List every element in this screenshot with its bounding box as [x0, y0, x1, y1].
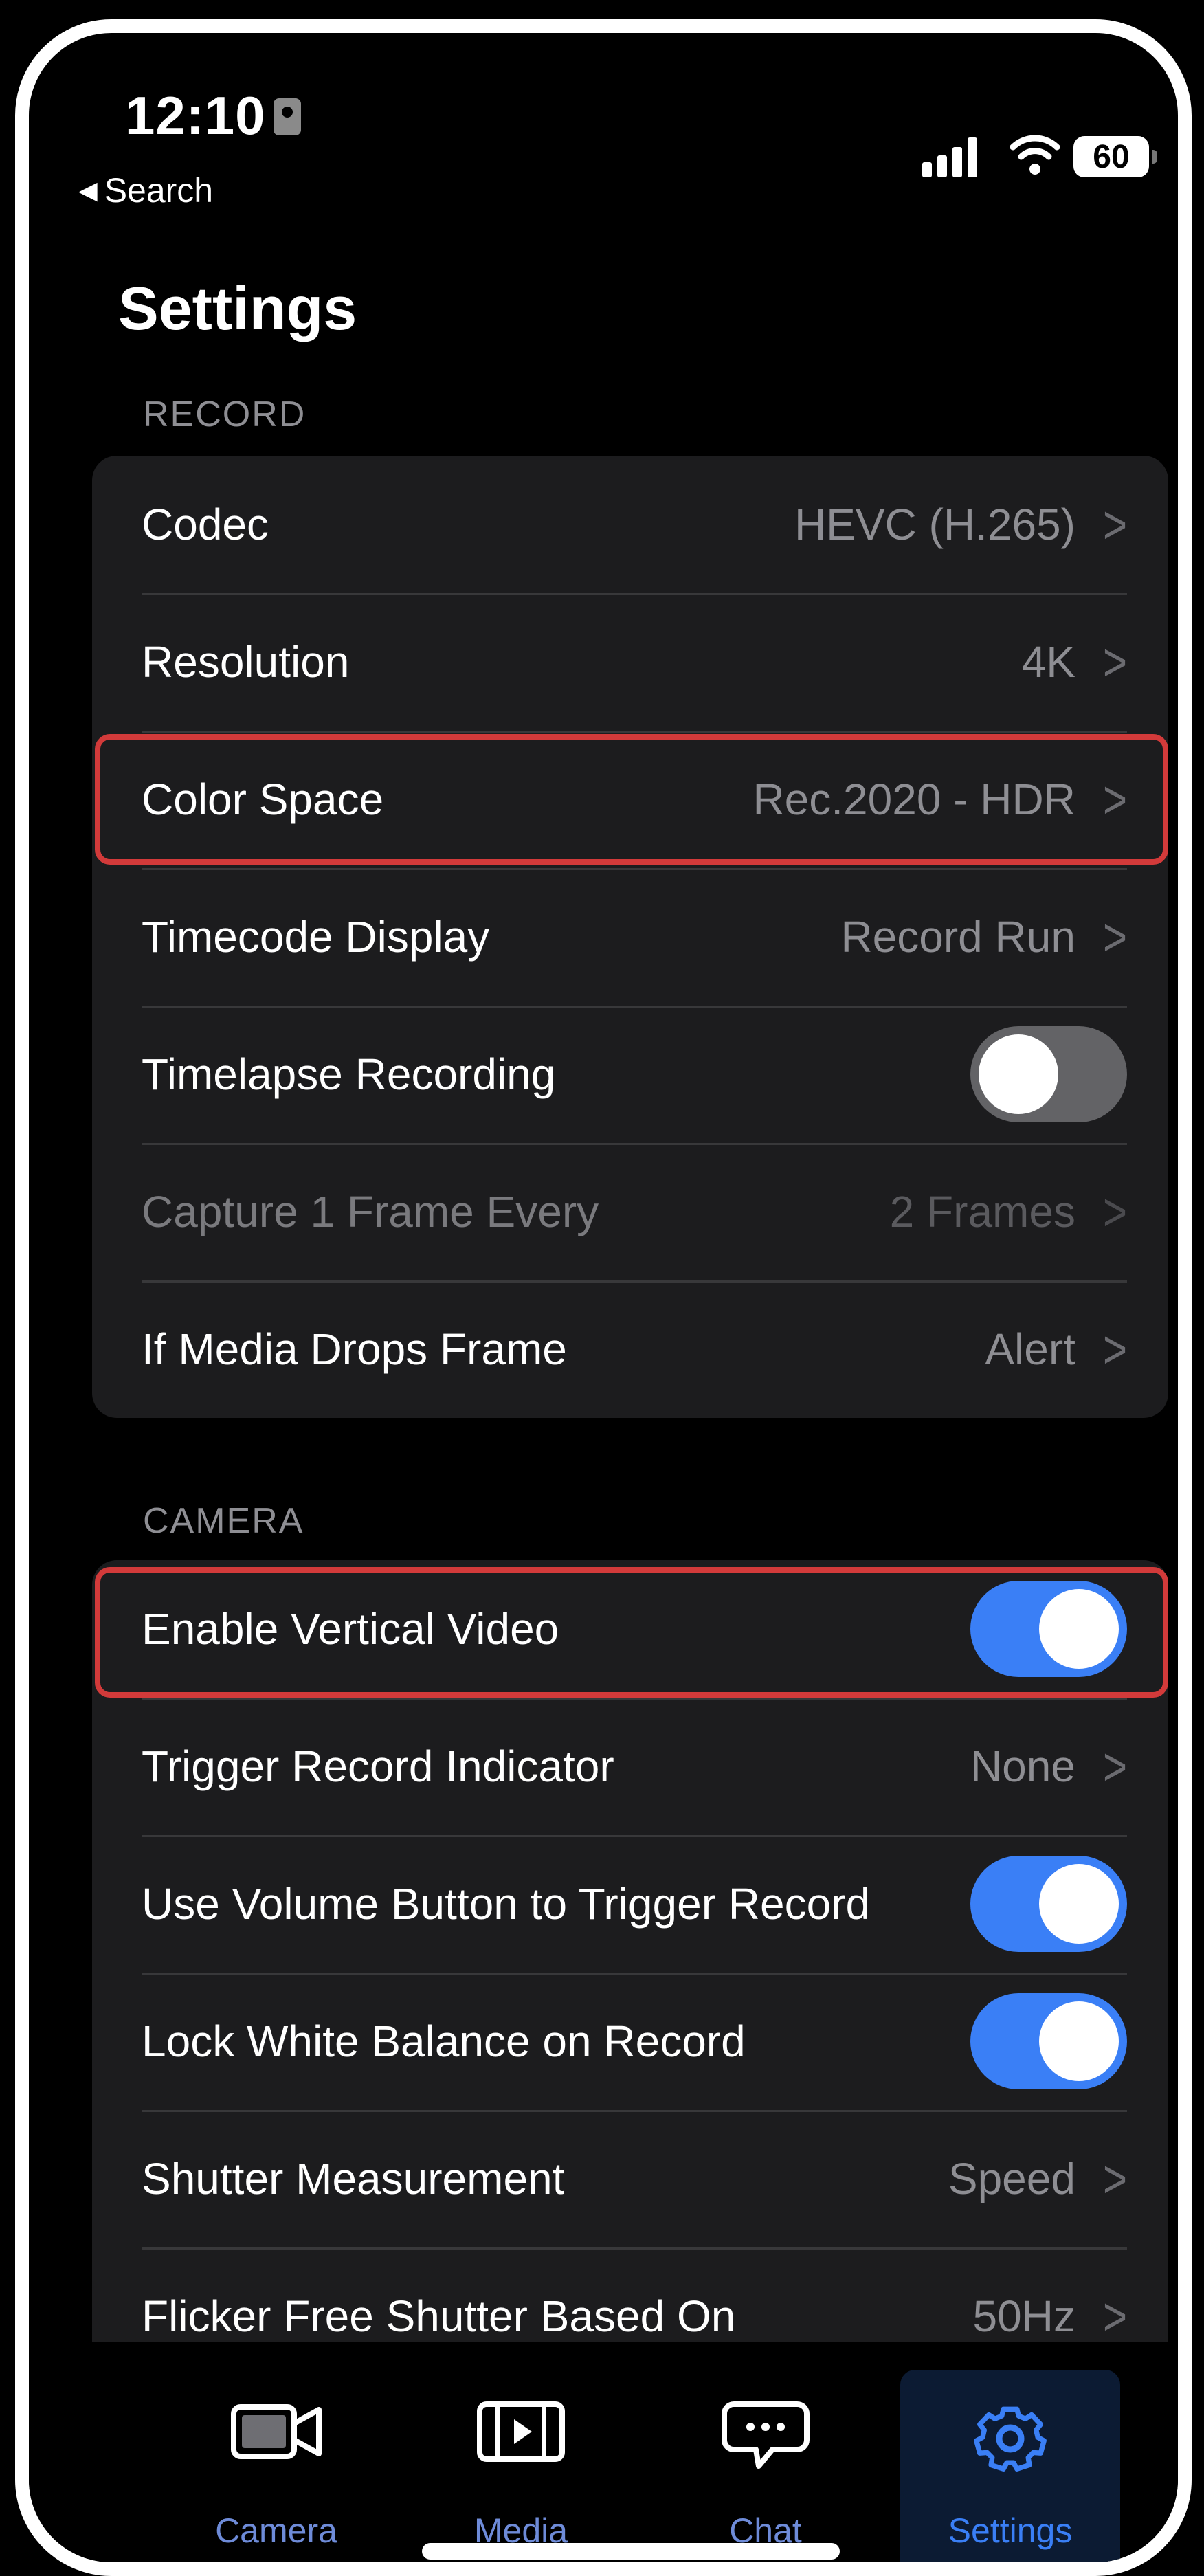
- setting-row-volume-button-trigger: Use Volume Button to Trigger Record: [92, 1835, 1168, 1973]
- tab-bar: Camera Media Chat Settings: [29, 2342, 1178, 2562]
- battery-indicator: 60: [1073, 136, 1157, 177]
- setting-label: Timecode Display: [142, 912, 490, 962]
- chevron-right-icon: >: [1102, 1736, 1127, 1797]
- chevron-right-icon: >: [1102, 494, 1127, 555]
- setting-row-enable-vertical-video: Enable Vertical Video: [92, 1560, 1168, 1698]
- setting-value: None: [970, 1742, 1075, 1791]
- setting-value: HEVC (H.265): [794, 500, 1075, 549]
- setting-row-color-space[interactable]: Color Space Rec.2020 - HDR >: [92, 731, 1168, 868]
- page-title: Settings: [118, 274, 357, 342]
- setting-label: Flicker Free Shutter Based On: [142, 2291, 736, 2341]
- setting-row-timecode-display[interactable]: Timecode Display Record Run >: [92, 868, 1168, 1006]
- cellular-signal-icon: [922, 136, 977, 177]
- chevron-right-icon: >: [1102, 2148, 1127, 2209]
- setting-value: Speed: [948, 2154, 1075, 2203]
- toggle-knob: [1039, 1864, 1119, 1944]
- setting-value: 2 Frames: [889, 1187, 1075, 1236]
- setting-row-resolution[interactable]: Resolution 4K >: [92, 593, 1168, 731]
- gear-icon: [974, 2406, 1047, 2472]
- setting-row-shutter-measurement[interactable]: Shutter Measurement Speed >: [92, 2110, 1168, 2247]
- back-to-search-link[interactable]: ◀ Search: [78, 170, 213, 210]
- chevron-right-icon: >: [1102, 1319, 1127, 1379]
- setting-label: Color Space: [142, 775, 384, 824]
- contact-card-icon: [274, 98, 301, 135]
- chevron-right-icon: >: [1102, 632, 1127, 692]
- setting-label: Trigger Record Indicator: [142, 1742, 614, 1791]
- setting-row-capture-frame-every: Capture 1 Frame Every 2 Frames >: [92, 1143, 1168, 1280]
- tab-label: Settings: [948, 2511, 1073, 2550]
- back-triangle-icon: ◀: [78, 176, 98, 204]
- section-header-record: RECORD: [143, 395, 306, 434]
- chevron-right-icon: >: [1102, 907, 1127, 967]
- volume-trigger-toggle[interactable]: [970, 1856, 1127, 1952]
- home-indicator: [422, 2543, 840, 2560]
- timelapse-toggle[interactable]: [970, 1026, 1127, 1122]
- record-settings-group: Codec HEVC (H.265) > Resolution 4K > Col…: [92, 456, 1168, 1418]
- back-label: Search: [104, 171, 214, 210]
- status-time: 12:10: [125, 85, 266, 146]
- section-header-camera: CAMERA: [143, 1501, 304, 1541]
- setting-value: Rec.2020 - HDR: [752, 775, 1075, 824]
- white-balance-lock-toggle[interactable]: [970, 1993, 1127, 2089]
- vertical-video-toggle[interactable]: [970, 1581, 1127, 1677]
- camera-icon: [231, 2404, 322, 2459]
- setting-value: 4K: [1021, 637, 1075, 687]
- setting-row-media-drops-frame[interactable]: If Media Drops Frame Alert >: [92, 1280, 1168, 1418]
- chevron-right-icon: >: [1102, 769, 1127, 830]
- setting-row-codec[interactable]: Codec HEVC (H.265) >: [92, 456, 1168, 593]
- screen: 12:10 ◀ Search 60 Settings RECORD Codec …: [29, 33, 1178, 2562]
- tab-camera[interactable]: Camera: [166, 2370, 386, 2562]
- chat-bubble-icon: [722, 2401, 810, 2469]
- setting-label: Timelapse Recording: [142, 1050, 556, 1099]
- chevron-right-icon: >: [1102, 1181, 1127, 1242]
- tab-settings[interactable]: Settings: [900, 2370, 1120, 2562]
- camera-settings-group: Enable Vertical Video Trigger Record Ind…: [92, 1560, 1168, 2385]
- setting-label: Enable Vertical Video: [142, 1604, 559, 1654]
- setting-label: Lock White Balance on Record: [142, 2017, 746, 2066]
- setting-label: Codec: [142, 500, 269, 549]
- setting-label: Capture 1 Frame Every: [142, 1187, 599, 1236]
- setting-row-timelapse-recording: Timelapse Recording: [92, 1006, 1168, 1143]
- setting-label: Shutter Measurement: [142, 2154, 565, 2203]
- phone-frame: 12:10 ◀ Search 60 Settings RECORD Codec …: [15, 19, 1192, 2576]
- toggle-knob: [1039, 1589, 1119, 1669]
- setting-label: If Media Drops Frame: [142, 1324, 567, 1374]
- chevron-right-icon: >: [1102, 2286, 1127, 2346]
- setting-value: Alert: [985, 1324, 1075, 1374]
- toggle-knob: [979, 1034, 1058, 1114]
- tab-label: Camera: [215, 2511, 337, 2550]
- setting-value: 50Hz: [972, 2291, 1075, 2341]
- setting-row-trigger-record-indicator[interactable]: Trigger Record Indicator None >: [92, 1698, 1168, 1835]
- wifi-icon: [1010, 135, 1060, 175]
- setting-row-lock-white-balance: Lock White Balance on Record: [92, 1973, 1168, 2110]
- setting-value: Record Run: [840, 912, 1075, 962]
- setting-label: Resolution: [142, 637, 350, 687]
- toggle-knob: [1039, 2001, 1119, 2081]
- setting-label: Use Volume Button to Trigger Record: [142, 1879, 871, 1929]
- film-icon: [477, 2401, 565, 2462]
